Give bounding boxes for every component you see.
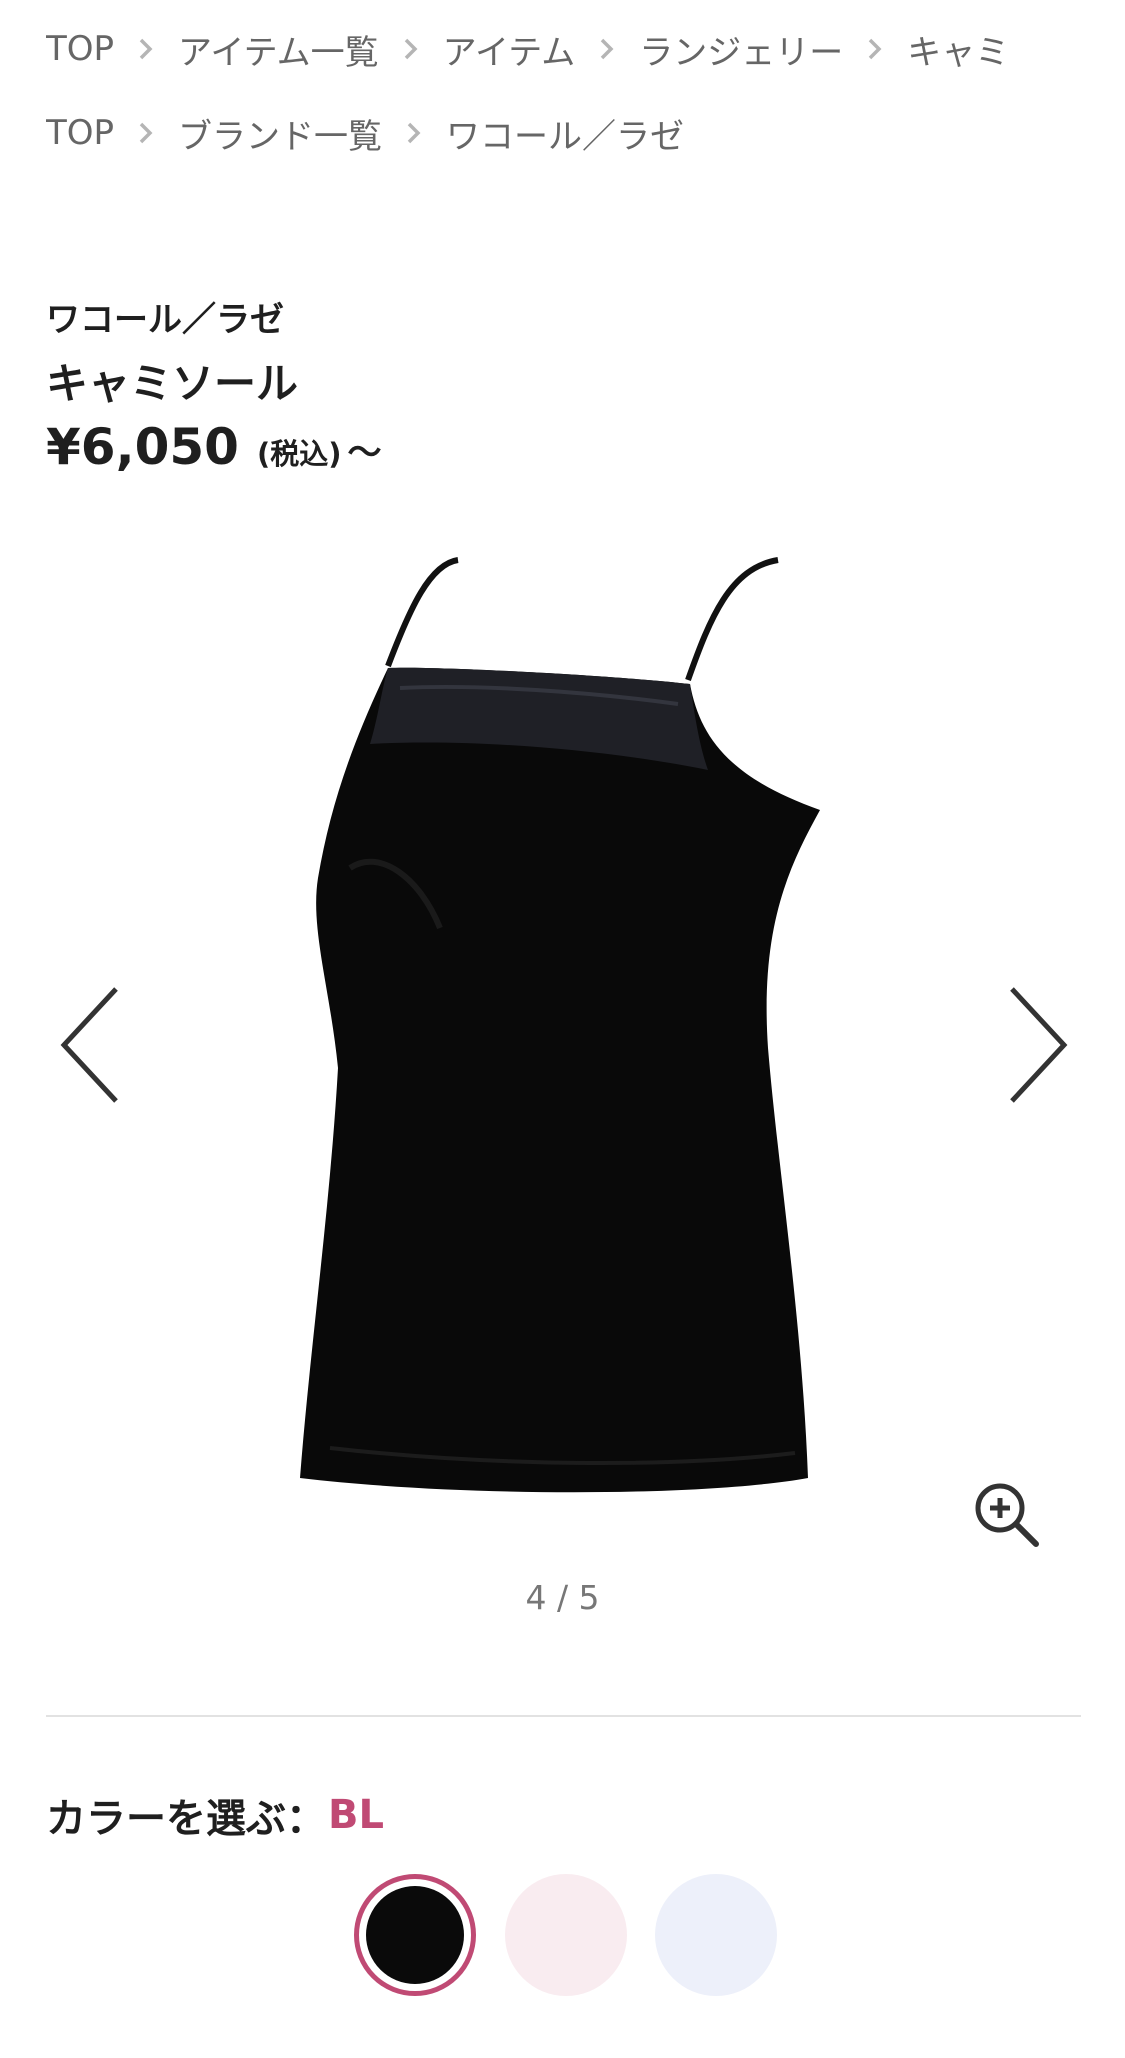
breadcrumb-top[interactable]: TOP (46, 26, 114, 72)
price: ¥6,050 (46, 418, 239, 476)
divider (46, 1715, 1081, 1717)
selected-color: BL (328, 1792, 384, 1838)
chevron-right-icon (114, 26, 178, 72)
color-swatch-lavender[interactable] (655, 1874, 777, 1996)
chevron-right-icon (382, 110, 446, 156)
color-select-heading: カラーを選ぶ： BL (46, 1786, 384, 1844)
breadcrumb-item[interactable]: アイテム (443, 26, 576, 73)
prev-image-button[interactable] (50, 980, 130, 1110)
product-name: キャミソール (46, 359, 299, 408)
breadcrumb-brand[interactable]: ワコール／ラゼ (446, 110, 684, 157)
price-suffix: 〜 (347, 433, 382, 473)
color-swatch-pink[interactable] (505, 1874, 627, 1996)
tax-note: (税込) (256, 437, 342, 471)
breadcrumb-lingerie[interactable]: ランジェリー (639, 26, 843, 73)
price-row: ¥6,050 (税込) 〜 (46, 418, 381, 476)
chevron-right-icon (1010, 987, 1068, 1103)
color-swatch-fill (366, 1886, 464, 1984)
brand-name[interactable]: ワコール／ラゼ (46, 292, 284, 341)
breadcrumb-item-list[interactable]: アイテム一覧 (178, 26, 379, 73)
chevron-left-icon (60, 987, 118, 1103)
chevron-right-icon (843, 26, 907, 72)
chevron-right-icon (114, 110, 178, 156)
zoom-in-icon (975, 1483, 1039, 1547)
breadcrumb-brands: TOP ブランド一覧 ワコール／ラゼ (46, 110, 1125, 156)
chevron-right-icon (575, 26, 639, 72)
product-image[interactable] (290, 548, 850, 1544)
breadcrumb-brand-list[interactable]: ブランド一覧 (178, 110, 382, 157)
next-image-button[interactable] (998, 980, 1078, 1110)
color-label: カラーを選ぶ： (46, 1796, 326, 1842)
product-page: TOP アイテム一覧 アイテム ランジェリー キャミ TOP ブランド一覧 ワコ… (0, 0, 1125, 2058)
color-swatch-black[interactable] (354, 1874, 476, 1996)
chevron-right-icon (379, 26, 443, 72)
breadcrumb-camisole[interactable]: キャミ (907, 26, 1009, 73)
breadcrumb-top[interactable]: TOP (46, 110, 114, 156)
image-counter: 4 / 5 (525, 1578, 600, 1617)
breadcrumb-items: TOP アイテム一覧 アイテム ランジェリー キャミ (46, 26, 1125, 72)
zoom-button[interactable] (972, 1480, 1042, 1550)
